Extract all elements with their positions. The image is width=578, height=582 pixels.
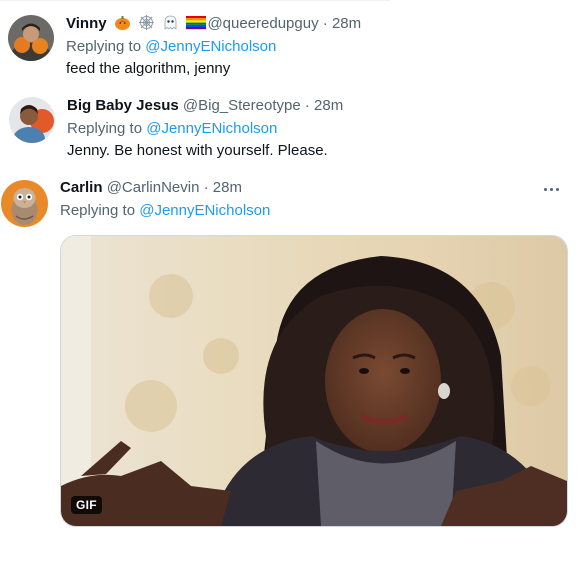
more-dots-icon[interactable] [542,181,566,195]
timestamp[interactable]: 28m [314,97,343,114]
timestamp[interactable]: 28m [332,15,361,32]
gif-badge: GIF [71,496,102,514]
divider [0,0,390,1]
pumpkin-icon [114,14,131,31]
ghost-icon [162,14,179,31]
user-handle[interactable]: @CarlinNevin [107,179,200,196]
gif-image [61,236,567,526]
replying-to: Replying to @JennyENicholson [67,119,277,139]
display-name[interactable]: Carlin [60,179,103,196]
reply-header: Big Baby Jesus @Big_Stereotype · 28m [67,96,343,116]
avatar[interactable] [9,97,55,143]
user-handle[interactable]: @queeredupguy [207,15,318,32]
separator-dot: · [304,97,310,114]
gif-media[interactable]: GIF [60,235,568,527]
reply-text: Jenny. Be honest with yourself. Please. [67,142,328,159]
spiderweb-icon [138,14,155,31]
mention-link[interactable]: @JennyENicholson [145,38,276,55]
reply-text: feed the algorithm, jenny [66,60,231,77]
user-handle[interactable]: @Big_Stereotype [183,97,301,114]
replying-to: Replying to @JennyENicholson [60,201,270,221]
mention-link[interactable]: @JennyENicholson [146,120,277,137]
separator-dot: · [203,179,209,196]
replying-to: Replying to @JennyENicholson [66,37,276,57]
display-name[interactable]: Big Baby Jesus [67,97,179,114]
reply-header: Carlin @CarlinNevin · 28m [60,178,242,198]
separator-dot: · [322,15,328,32]
rainbow-flag-icon [186,14,207,31]
avatar[interactable] [8,15,54,61]
display-name[interactable]: Vinny [66,15,107,32]
reply-header: Vinny @queeredupguy · 28m [66,14,361,34]
mention-link[interactable]: @JennyENicholson [139,202,270,219]
replying-prefix: Replying to [66,38,146,55]
timestamp[interactable]: 28m [213,179,242,196]
replying-prefix: Replying to [67,120,147,137]
replying-prefix: Replying to [60,202,140,219]
avatar[interactable] [1,180,48,227]
